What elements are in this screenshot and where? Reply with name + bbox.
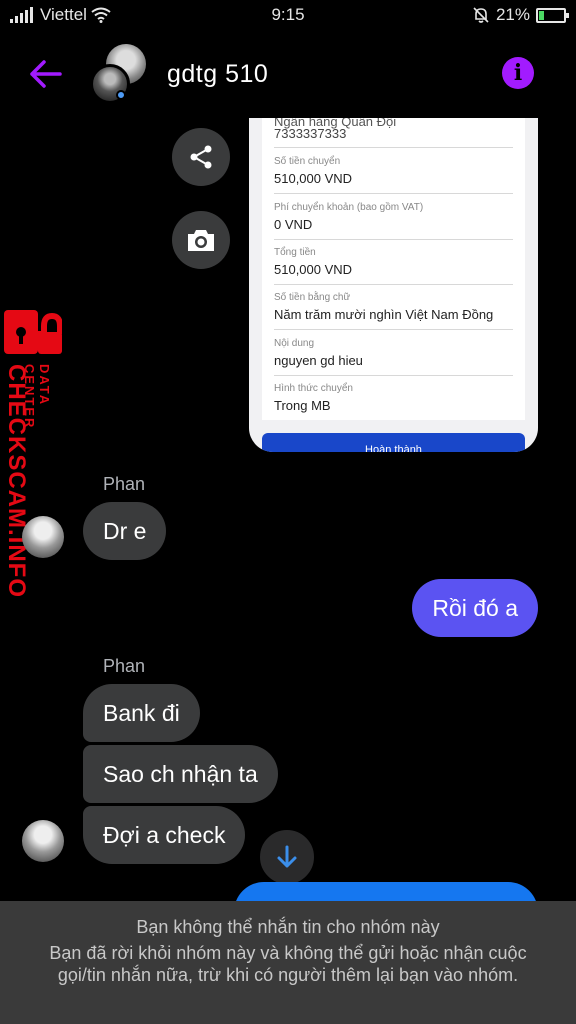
- receipt-label: Phí chuyển khoản (bao gồm VAT): [274, 202, 424, 213]
- share-button[interactable]: [172, 128, 230, 186]
- message-bubble[interactable]: Bank đi: [83, 684, 200, 742]
- message-bubble-outgoing[interactable]: Rồi đó a: [412, 579, 538, 637]
- receipt-label: Nội dung: [274, 338, 315, 349]
- status-dot: [116, 90, 126, 100]
- watermark-subtext: DATA CENTER: [22, 364, 52, 430]
- avatar[interactable]: [22, 820, 64, 862]
- mute-bell-icon: [473, 7, 489, 23]
- battery-icon: [536, 7, 569, 23]
- receipt-account: 7333337333: [274, 126, 347, 141]
- status-bar: Viettel 9:15 21%: [0, 0, 576, 30]
- receipt-label: Số tiền chuyển: [274, 156, 341, 167]
- message-bubble[interactable]: Dr e: [83, 502, 167, 560]
- receipt-label: Hình thức chuyển: [274, 383, 353, 394]
- sender-name: Phan: [103, 656, 146, 676]
- chat-header: gdtg 510 i: [0, 40, 576, 110]
- lock-icon: [4, 310, 62, 354]
- arrow-down-icon: [277, 845, 297, 868]
- notice-title: Bạn không thể nhắn tin cho nhóm này: [136, 917, 440, 937]
- chat-title[interactable]: gdtg 510: [167, 60, 268, 89]
- receipt-row: Số tiền bằng chữ Năm trăm mười nghìn Việ…: [274, 292, 513, 330]
- scroll-to-bottom-button[interactable]: [258, 828, 316, 886]
- battery-percent: 21%: [495, 5, 530, 24]
- receipt-value: Năm trăm mười nghìn Việt Nam Đồng: [274, 307, 494, 322]
- receipt-value: nguyen gd hieu: [274, 353, 363, 368]
- info-icon: i: [513, 60, 523, 86]
- receipt-row: Nội dung nguyen gd hieu: [274, 338, 513, 376]
- share-icon: [190, 145, 212, 169]
- done-button-image: Hoàn thành: [262, 433, 525, 452]
- receipt-value: 0 VND: [274, 217, 313, 232]
- avatar[interactable]: [22, 516, 64, 558]
- receipt-account-row: 7333337333: [274, 126, 513, 148]
- receipt-row: Hình thức chuyển Trong MB: [274, 383, 513, 421]
- receipt-row: Số tiền chuyển 510,000 VND: [274, 156, 513, 194]
- receipt-row: Phí chuyển khoản (bao gồm VAT) 0 VND: [274, 202, 513, 240]
- receipt-card: Ngân hàng Quân Đội 7333337333 Số tiền ch…: [262, 118, 525, 420]
- camera-icon: [188, 230, 214, 251]
- group-avatar[interactable]: [88, 44, 150, 106]
- left-group-notice: Bạn không thể nhắn tin cho nhóm này Bạn …: [0, 901, 576, 1024]
- receipt-value: 510,000 VND: [274, 171, 353, 186]
- receipt-value: Trong MB: [274, 398, 331, 413]
- receipt-value: 510,000 VND: [274, 262, 353, 277]
- message-bubble[interactable]: Sao ch nhận ta: [83, 745, 278, 803]
- arrow-left-icon: [30, 60, 62, 88]
- info-button[interactable]: i: [502, 57, 534, 89]
- camera-button[interactable]: [172, 211, 230, 269]
- receipt-label: Số tiền bằng chữ: [274, 292, 351, 303]
- notice-body: Bạn đã rời khỏi nhóm này và không thể gử…: [49, 943, 527, 985]
- receipt-row: Tổng tiền 510,000 VND: [274, 247, 513, 285]
- message-bubble[interactable]: Đợi a check: [83, 806, 246, 864]
- transfer-receipt-image[interactable]: Ngân hàng Quân Đội 7333337333 Số tiền ch…: [249, 118, 538, 452]
- back-button[interactable]: [26, 56, 66, 92]
- receipt-label: Tổng tiền: [274, 247, 316, 258]
- sender-name: Phan: [103, 474, 146, 494]
